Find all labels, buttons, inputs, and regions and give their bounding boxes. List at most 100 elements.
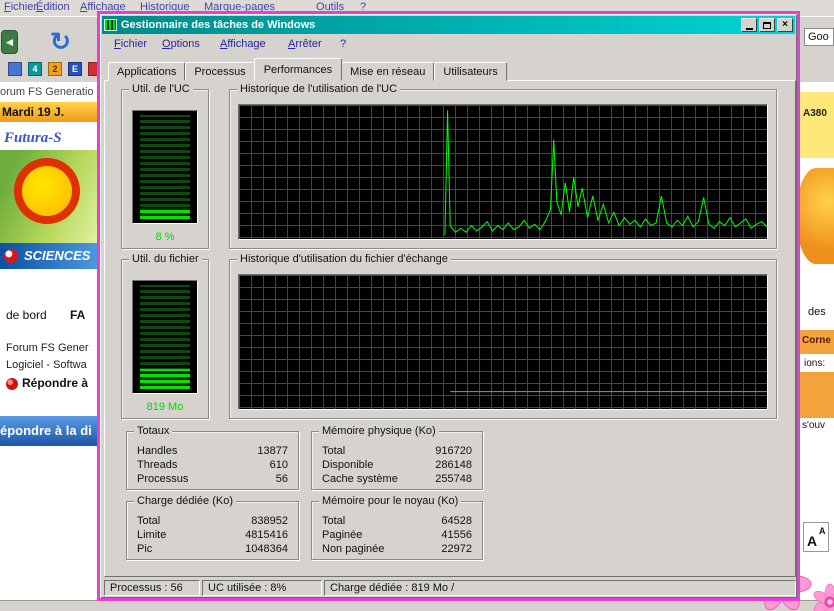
futura-logo-text[interactable]: Futura-S [4,130,62,147]
row-label: Total [137,515,161,527]
row-value: 41556 [441,529,472,541]
a380-label: A380 [803,108,827,119]
right-text-ions: ions: [804,358,826,369]
totals-group-label: Totaux [134,425,173,437]
close-button[interactable]: × [777,18,793,32]
row-value: 22972 [441,543,472,555]
font-big-icon: A [807,533,818,549]
row-value: 610 [269,459,288,471]
status-processus: Processus : 56 [104,580,200,596]
status-uc: UC utilisée : 8% [202,580,322,596]
date-text: Mardi 19 J. [2,105,65,119]
row-label: Pic [137,543,153,555]
tab-applications[interactable]: Applications [108,62,186,81]
back-button[interactable]: ◄ [1,30,18,54]
tab-performances[interactable]: Performances [253,58,343,81]
a380-ad[interactable]: A380 [800,92,834,158]
font-size-widget[interactable]: A A [803,522,829,552]
pagefile-usage-value: 819 Mo [146,401,184,413]
row-label: Total [322,445,346,457]
kernel-row-non-paginee: Non paginée 22972 [312,543,482,557]
kernel-memory-group-label: Mémoire pour le noyau (Ko) [319,495,462,507]
sciences-label: SCIENCES [24,248,91,263]
pagefile-usage-meter [132,280,198,394]
row-label: Limite [137,529,167,541]
futura-logo[interactable] [0,150,100,243]
performances-tab-page: Util. de l'UC 8 % Historique de l'utilis… [104,80,796,577]
row-value: 64528 [441,515,472,527]
right-orange-box-2 [800,372,834,418]
totals-row-threads: Threads 610 [127,459,298,473]
row-label: Handles [137,445,178,457]
cpu-history-group-label: Historique de l'utilisation de l'UC [237,83,401,95]
bookmark-icon-2[interactable]: 4 [28,62,42,76]
cpu-meter-lit [140,207,190,219]
tab-mise-en-reseau[interactable]: Mise en réseau [341,62,435,81]
browser-menu-edition[interactable]: Édition [36,1,70,13]
pagefile-meter-lit [140,368,190,389]
row-value: 56 [275,473,288,485]
tab-processus[interactable]: Processus [185,62,255,81]
row-label: Cache système [322,473,398,485]
row-label: Total [322,515,346,527]
menu-fichier[interactable]: Fichier [114,38,147,50]
physical-memory-group-label: Mémoire physique (Ko) [319,425,439,437]
titlebar[interactable]: Gestionnaire des tâches de Windows × [102,16,795,34]
faq-label[interactable]: FA [70,308,85,322]
browser-menu-fichier[interactable]: Fichier [4,1,37,13]
bookmark-icon-4[interactable]: E [68,62,82,76]
task-manager-window: Gestionnaire des tâches de Windows × Fic… [97,11,800,601]
taskmanager-icon [104,19,117,31]
cpu-usage-group: Util. de l'UC 8 % [121,83,209,249]
window-title: Gestionnaire des tâches de Windows [121,19,316,31]
pagefile-usage-group-label: Util. du fichier [129,253,202,265]
maximize-button[interactable] [759,18,775,32]
row-label: Processus [137,473,189,485]
physmem-row-cache: Cache système 255748 [312,473,482,487]
status-charge: Charge dédiée : 819 Mo / [324,580,796,596]
cpu-meter-unlit [140,115,190,219]
menu-affichage[interactable]: Affichage [220,38,266,50]
reply-label[interactable]: Répondre à [22,376,88,390]
refresh-icon[interactable]: ↻ [50,27,71,57]
screen: Fichier Édition Affichage Historique Mar… [0,0,834,611]
board-label: de bord [6,308,47,322]
browser-statusbar [0,600,834,611]
cpu-history-group: Historique de l'utilisation de l'UC [229,83,777,249]
cpu-history-graph [238,104,768,240]
commit-charge-group: Charge dédiée (Ko) Total 838952 Limite 4… [126,495,299,560]
row-label: Disponible [322,459,374,471]
reply-banner-button[interactable]: épondre à la di [0,416,100,446]
cpu-usage-value: 8 % [155,231,175,243]
row-value: 838952 [251,515,288,527]
commit-row-total: Total 838952 [127,515,298,529]
menu-options[interactable]: Options [162,38,200,50]
row-label: Paginée [322,529,363,541]
totals-row-handles: Handles 13877 [127,445,298,459]
kernel-row-paginee: Paginée 41556 [312,529,482,543]
reply-banner-label: épondre à la di [0,423,92,438]
pagefile-history-graph [238,274,768,410]
minimize-button[interactable] [741,18,757,32]
pagefile-usage-group: Util. du fichier 819 Mo [121,253,209,419]
row-value: 4815416 [245,529,288,541]
totals-row-processus: Processus 56 [127,473,298,487]
cpu-history-line [445,110,767,235]
logo-yellow-circle-icon [22,166,72,216]
back-icon: ◄ [3,35,16,49]
sciences-banner[interactable]: SCIENCES [0,243,100,269]
row-label: Threads [137,459,178,471]
browser-search-input[interactable]: Goo [804,28,834,46]
tab-utilisateurs[interactable]: Utilisateurs [434,62,507,81]
totals-group: Totaux Handles 13877 Threads 610 Process… [126,425,299,490]
bookmark-icon-3[interactable]: 2 [48,62,62,76]
bookmark-icon-1[interactable] [8,62,22,76]
forum-link-2[interactable]: Logiciel - Softwa [6,359,87,371]
reply-icon [6,378,18,390]
forum-link-1[interactable]: Forum FS Gener [6,342,89,354]
row-value: 916720 [435,445,472,457]
kernel-row-total: Total 64528 [312,515,482,529]
menu-arreter[interactable]: Arrêter [288,38,322,50]
menu-aide[interactable]: ? [340,38,346,50]
page-right-column: A380 des Corne ions: s'ouv A A [796,82,834,600]
